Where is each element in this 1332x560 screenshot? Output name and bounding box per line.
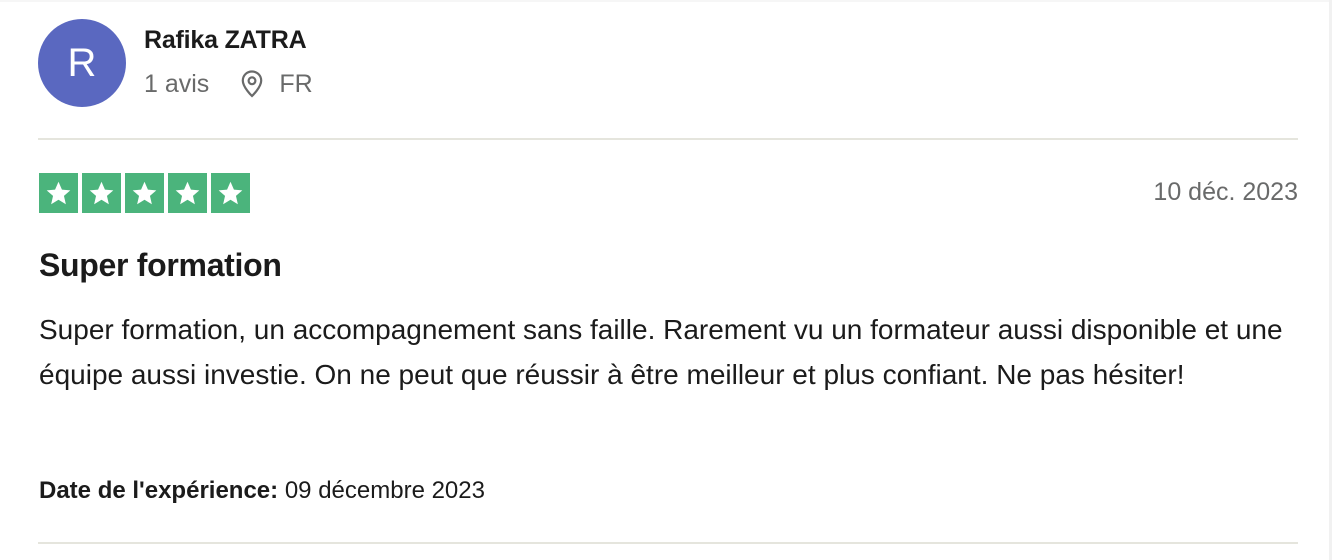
review-text: Super formation, un accompagnement sans …	[39, 314, 1283, 390]
reviewer-meta: 1 avis FR	[144, 68, 313, 100]
star-icon	[125, 173, 164, 213]
reviewer-country: FR	[279, 69, 313, 98]
review-date: 10 déc. 2023	[1153, 178, 1298, 206]
footer-divider	[38, 542, 1298, 544]
star-rating	[39, 173, 250, 213]
review-count: 1 avis	[144, 69, 210, 98]
experience-date-label: Date de l'expérience:	[39, 477, 279, 504]
card-top-border	[0, 0, 1332, 2]
star-icon	[211, 173, 250, 213]
location-pin-icon	[239, 69, 265, 99]
star-icon	[168, 173, 207, 213]
avatar[interactable]: R	[38, 19, 126, 107]
experience-date-value: 09 décembre 2023	[284, 477, 485, 504]
header-divider	[38, 138, 1298, 140]
review-title[interactable]: Super formation	[39, 247, 282, 284]
star-icon	[82, 173, 121, 213]
experience-date: Date de l'expérience: 09 décembre 2023	[39, 477, 485, 505]
star-icon	[39, 173, 78, 213]
review-card: R Rafika ZATRA 1 avis FR 10 déc. 2023 Su…	[0, 0, 1332, 560]
reviewer-name[interactable]: Rafika ZATRA	[144, 26, 307, 55]
